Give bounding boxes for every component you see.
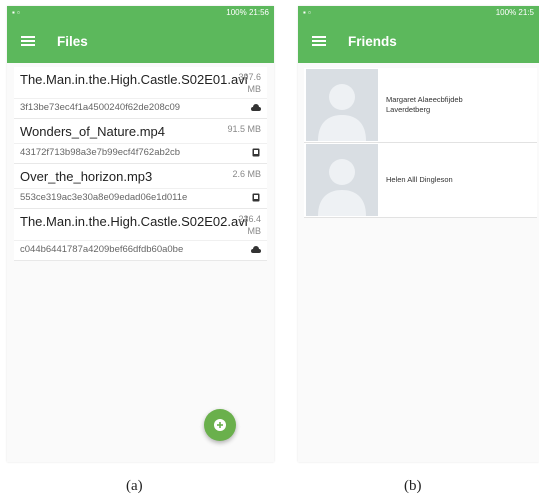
device-icon (251, 193, 261, 203)
cloud-icon (251, 103, 261, 113)
friend-list: Margaret Alaeecbfijdeb Laverdetberg Hele… (304, 68, 537, 218)
device-icon (251, 148, 261, 158)
file-hash: 3f13be73ec4f1a4500240f62de208c09 (20, 102, 181, 113)
friend-name: Margaret Alaeecbfijdeb Laverdetberg (386, 95, 463, 114)
app-bar: Friends (298, 19, 539, 63)
plus-icon (214, 419, 226, 431)
add-button[interactable] (204, 409, 236, 441)
friend-name: Helen Alll Dingleson (386, 175, 453, 184)
file-item[interactable]: Wonders_of_Nature.mp4 91.5 MB 43172f713b… (14, 119, 267, 164)
menu-icon[interactable] (312, 36, 326, 46)
friend-item[interactable]: Margaret Alaeecbfijdeb Laverdetberg (304, 68, 537, 143)
file-size: 91.5 MB (227, 124, 261, 134)
avatar-placeholder-icon (306, 144, 378, 216)
file-size: 2.6 MB (232, 169, 261, 179)
app-bar: Files (7, 19, 274, 63)
cloud-icon (251, 245, 261, 255)
file-item[interactable]: The.Man.in.the.High.Castle.S02E02.avi 23… (14, 209, 267, 261)
file-item[interactable]: Over_the_horizon.mp3 2.6 MB 553ce319ac3e… (14, 164, 267, 209)
file-hash: c044b6441787a4209bef66dfdb60a0be (20, 244, 184, 255)
caption-b: (b) (404, 478, 422, 494)
battery-text: 100% (495, 8, 517, 17)
status-bar: ▪ ▫ 100% 21:5 (298, 6, 539, 19)
status-bar: ▪ ▫ 100% 21:56 (7, 6, 274, 19)
file-size: 236.4 MB (238, 214, 261, 236)
status-left-icons: ▪ ▫ (303, 8, 311, 17)
files-screen: ▪ ▫ 100% 21:56 Files The.Man.in.the.High… (7, 6, 274, 462)
file-name: Wonders_of_Nature.mp4 (20, 124, 166, 139)
friend-item[interactable]: Helen Alll Dingleson (304, 143, 537, 218)
status-right: 100% 21:56 (226, 6, 269, 19)
caption-a: (a) (126, 478, 143, 494)
file-name: The.Man.in.the.High.Castle.S02E02.avi (20, 214, 248, 229)
page-title: Friends (348, 33, 397, 49)
clock: 21:56 (248, 8, 269, 17)
menu-icon[interactable] (21, 36, 35, 46)
file-name: The.Man.in.the.High.Castle.S02E01.avi (20, 72, 248, 87)
file-hash: 553ce319ac3e30a8e09edad06e1d011e (20, 192, 188, 203)
friends-screen: ▪ ▫ 100% 21:5 Friends Margaret Alaeecbfi… (298, 6, 539, 462)
battery-text: 100% (226, 8, 247, 17)
file-size: 397.6 MB (238, 72, 261, 94)
file-item[interactable]: The.Man.in.the.High.Castle.S02E01.avi 39… (14, 67, 267, 119)
file-hash: 43172f713b98a3e7b99ecf4f762ab2cb (20, 147, 181, 158)
status-left-icons: ▪ ▫ (12, 8, 20, 17)
clock: 21:5 (518, 8, 534, 17)
file-list: The.Man.in.the.High.Castle.S02E01.avi 39… (14, 67, 267, 261)
page-title: Files (57, 33, 88, 49)
avatar-placeholder-icon (306, 69, 378, 141)
file-name: Over_the_horizon.mp3 (20, 169, 153, 184)
status-right: 100% 21:5 (496, 6, 534, 19)
